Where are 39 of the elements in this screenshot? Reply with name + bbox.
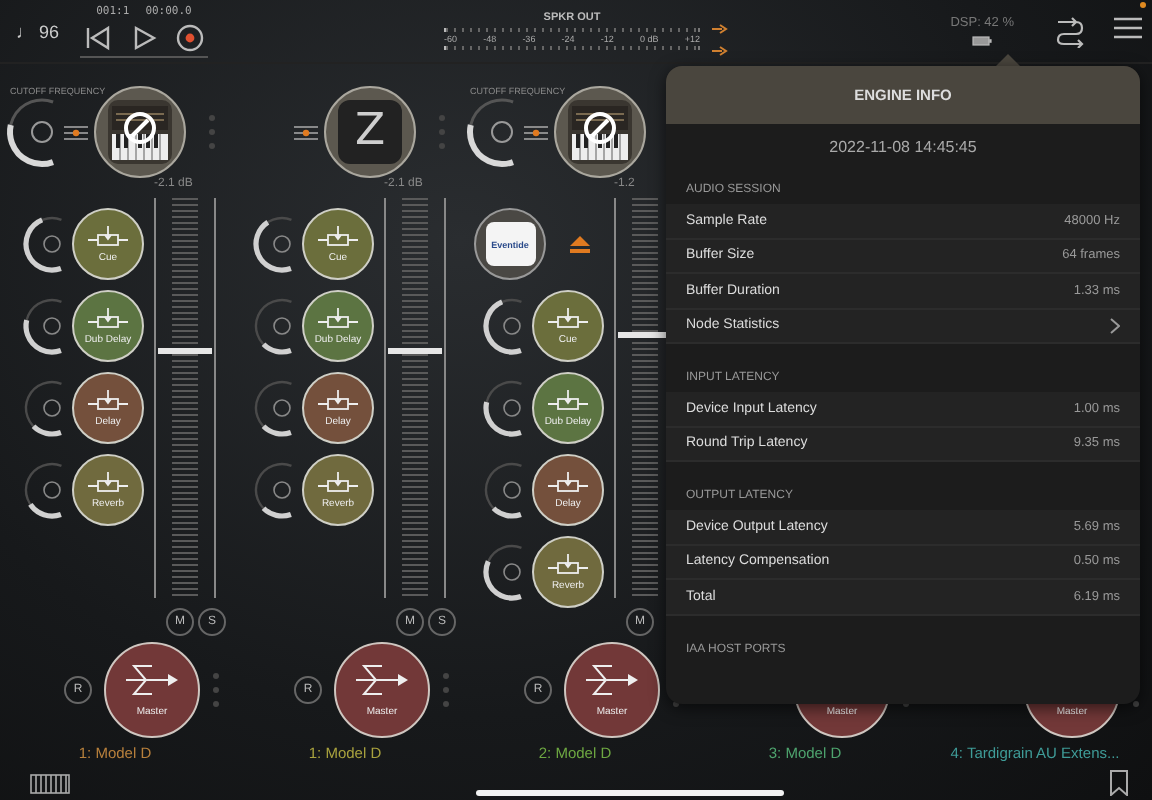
keyboard-icon[interactable] bbox=[30, 773, 70, 793]
output-arrow-icon bbox=[712, 23, 728, 33]
fader-symbol-icon bbox=[318, 471, 358, 493]
fader-symbol-icon bbox=[88, 471, 128, 493]
fader-symbol-icon bbox=[318, 307, 358, 329]
fader-symbol-icon bbox=[88, 307, 128, 329]
slider-icon[interactable] bbox=[294, 123, 318, 141]
routing-icon[interactable] bbox=[1054, 15, 1086, 47]
timestamp: 2022-11-08 14:45:45 bbox=[829, 137, 977, 155]
fader-symbol-icon bbox=[548, 389, 588, 411]
fader-symbol-icon bbox=[88, 225, 128, 247]
fader-symbol-icon bbox=[318, 225, 358, 247]
skip-back-icon[interactable] bbox=[84, 23, 112, 51]
chevron-right-icon bbox=[1110, 317, 1120, 334]
tempo-label[interactable]: ♩ 96 bbox=[0, 21, 80, 41]
notification-dot bbox=[1140, 1, 1146, 7]
bookmark-icon[interactable] bbox=[1110, 770, 1128, 796]
record-icon[interactable] bbox=[176, 23, 204, 51]
fader-thumb[interactable] bbox=[158, 347, 212, 354]
slider-icon[interactable] bbox=[524, 123, 548, 141]
play-icon[interactable] bbox=[130, 23, 158, 51]
synthesizer-icon bbox=[106, 98, 174, 166]
eject-icon[interactable] bbox=[570, 235, 590, 253]
slider-icon[interactable] bbox=[64, 123, 88, 141]
sum-icon bbox=[586, 663, 638, 695]
output-arrow-icon bbox=[712, 45, 728, 55]
fader-symbol-icon bbox=[548, 471, 588, 493]
menu-icon[interactable] bbox=[1114, 15, 1142, 39]
battery-icon bbox=[972, 36, 993, 46]
fader-thumb[interactable] bbox=[388, 347, 442, 354]
fader-symbol-icon bbox=[88, 389, 128, 411]
fader-symbol-icon bbox=[548, 553, 588, 575]
app-logo: Z bbox=[338, 100, 402, 164]
fader-symbol-icon bbox=[548, 307, 588, 329]
fader-symbol-icon bbox=[318, 389, 358, 411]
synthesizer-icon bbox=[566, 98, 634, 166]
sum-icon bbox=[126, 663, 178, 695]
instrument-node[interactable]: Z bbox=[324, 86, 416, 178]
sum-icon bbox=[356, 663, 408, 695]
